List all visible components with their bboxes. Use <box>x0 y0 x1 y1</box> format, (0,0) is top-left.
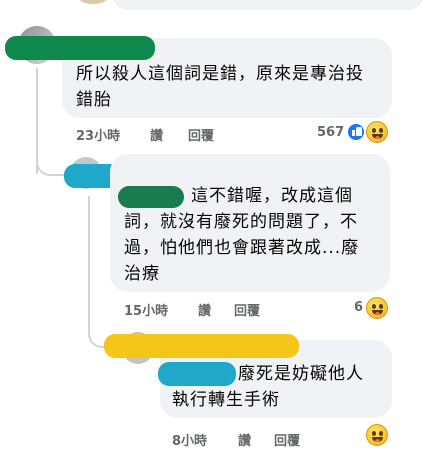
haha-icon[interactable] <box>366 121 388 143</box>
reply-meta: 8小時 讚 回覆 <box>172 430 372 449</box>
reply-text-line: 這不錯喔，改成這個 <box>191 186 353 206</box>
redacted-commenter-name <box>5 36 155 60</box>
reply-text-line: 執行轉生手術 <box>172 390 280 410</box>
reply-button[interactable]: 回覆 <box>274 430 300 449</box>
reply-button[interactable]: 回覆 <box>188 125 214 144</box>
haha-icon[interactable] <box>366 297 388 319</box>
comment-text-line: 錯胎 <box>76 90 112 110</box>
like-button[interactable]: 讚 <box>198 300 211 319</box>
redacted-replier-name <box>104 334 299 358</box>
reply-meta: 15小時 讚 回覆 <box>124 300 324 319</box>
reply-timestamp[interactable]: 15小時 <box>124 300 168 319</box>
previous-avatar[interactable] <box>78 0 108 4</box>
comment-timestamp[interactable]: 23小時 <box>76 125 120 144</box>
redacted-mention-tag <box>158 362 236 386</box>
haha-icon[interactable] <box>366 424 388 446</box>
reply-text-line: 詞，就沒有廢死的問題了，不 <box>124 212 358 232</box>
reply-text-line: 治療 <box>124 264 160 284</box>
reply-timestamp[interactable]: 8小時 <box>172 430 207 449</box>
previous-comment-bubble <box>112 0 424 10</box>
reaction-count[interactable]: 567 <box>317 125 344 140</box>
like-button[interactable]: 讚 <box>238 430 251 449</box>
reaction-count[interactable]: 6 <box>354 300 363 315</box>
reply-text-line: 廢死是妨礙他人 <box>238 364 364 384</box>
reply-text-line: 過，怕他們也會跟著改成...廢 <box>124 238 360 258</box>
like-button[interactable]: 讚 <box>150 125 163 144</box>
like-icon[interactable] <box>346 122 366 142</box>
thread-line-reply-1 <box>88 196 90 326</box>
comment-text-line: 所以殺人這個詞是錯，原來是專治投 <box>76 64 364 84</box>
redacted-mention-tag <box>118 186 184 208</box>
reply-button[interactable]: 回覆 <box>234 300 260 319</box>
